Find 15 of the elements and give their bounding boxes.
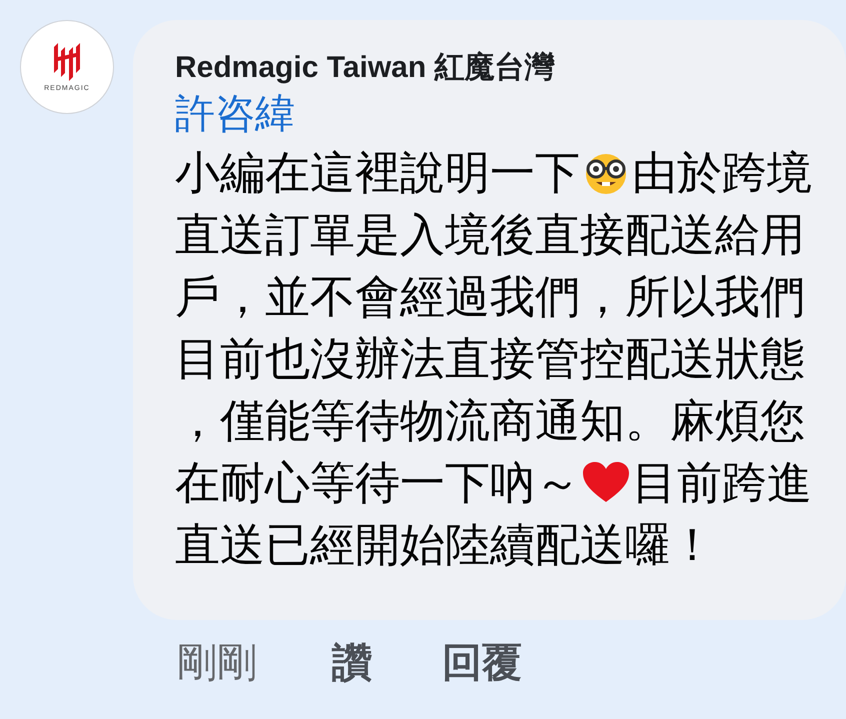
comment-text: 在耐心等待一下吶～ bbox=[175, 456, 580, 510]
comment-text: 直送訂單是入境後直接配送給用 bbox=[175, 208, 805, 262]
action-link[interactable]: 讚 bbox=[332, 638, 372, 688]
comment-text: 目前跨進 bbox=[632, 456, 812, 510]
comment-text: 戶，並不會經過我們，所以我們 bbox=[175, 270, 805, 324]
mention-link[interactable]: 許咨緯 bbox=[175, 88, 846, 140]
action-link[interactable]: 回覆 bbox=[442, 638, 522, 688]
comment-text: 由於跨境 bbox=[632, 146, 812, 200]
comment-text: ，僅能等待物流商通知。麻煩您 bbox=[175, 394, 805, 448]
logo-icon bbox=[52, 42, 82, 80]
author-name[interactable]: Redmagic Taiwan 紅魔台灣 bbox=[175, 48, 846, 88]
comment-text: 目前也沒辦法直接管控配送狀態 bbox=[175, 332, 805, 386]
comment-text: 小編在這裡說明一下 bbox=[175, 146, 580, 200]
comment-text: 直送已經開始陸續配送囉！ bbox=[175, 518, 715, 572]
timestamp: 剛剛 bbox=[177, 640, 257, 687]
